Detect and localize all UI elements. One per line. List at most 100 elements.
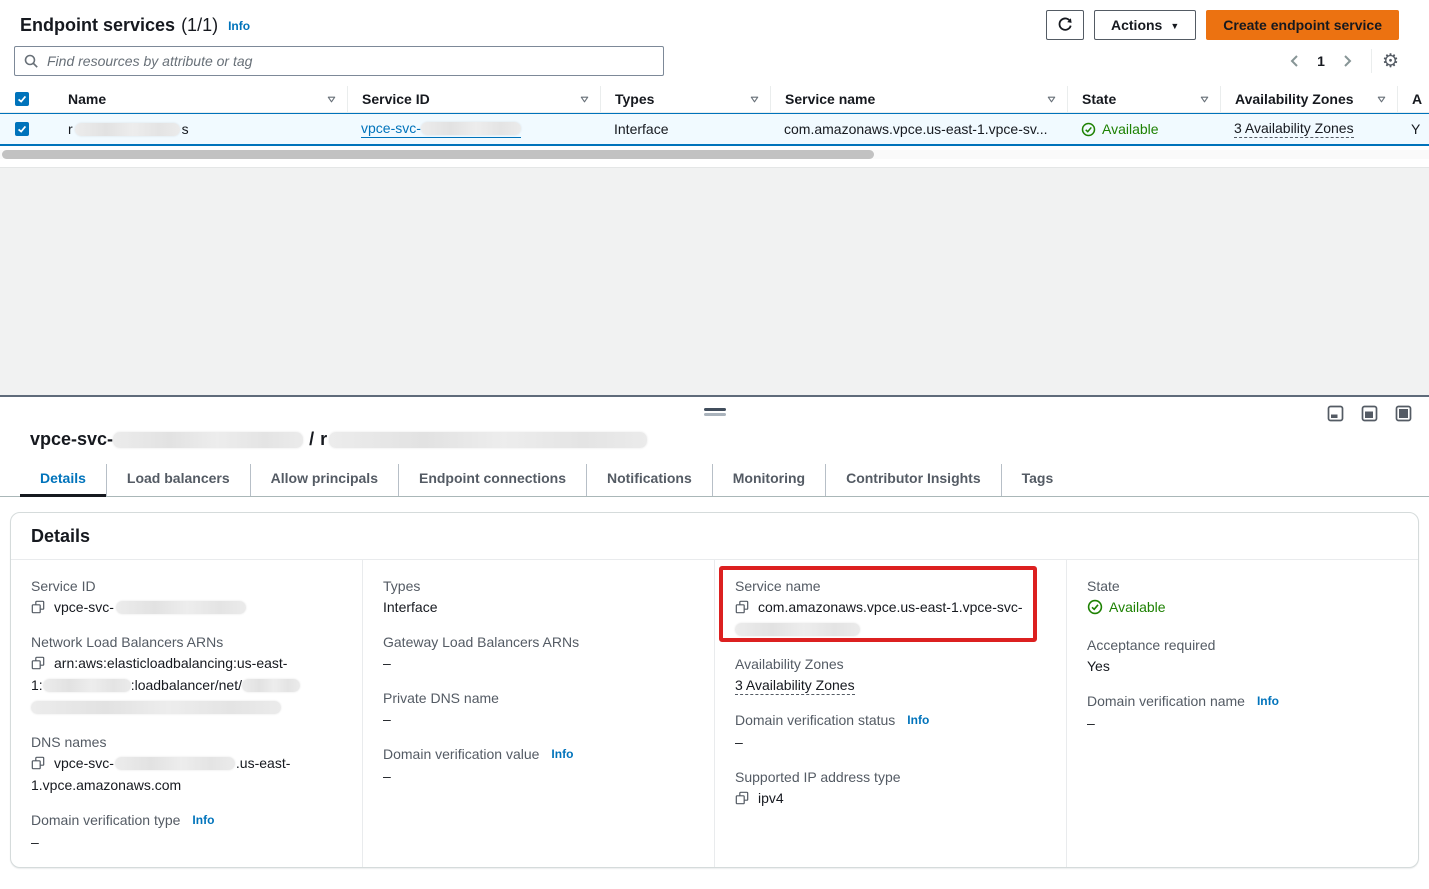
- gear-icon[interactable]: ⚙: [1382, 52, 1399, 71]
- column-header-name[interactable]: Name: [44, 86, 347, 112]
- sort-icon[interactable]: [326, 94, 337, 105]
- availability-zones-link[interactable]: 3 Availability Zones: [735, 677, 855, 695]
- field-value: 1:: [31, 677, 43, 693]
- field-value: –: [735, 734, 743, 750]
- tab-allow-principals[interactable]: Allow principals: [250, 464, 398, 496]
- field-supported-ip: Supported IP address type ipv4: [735, 767, 1046, 809]
- field-value: –: [31, 834, 39, 850]
- panel-title-prefix: vpce-svc-: [30, 429, 113, 449]
- info-link[interactable]: Info: [228, 19, 250, 33]
- field-value: 1.vpce.amazonaws.com: [31, 777, 181, 793]
- copy-icon[interactable]: [31, 600, 45, 614]
- select-all-checkbox[interactable]: [15, 92, 29, 106]
- row-select-cell: [0, 114, 44, 144]
- tab-endpoint-connections[interactable]: Endpoint connections: [398, 464, 586, 496]
- redacted-text: [115, 757, 235, 770]
- row-types-value: Interface: [614, 121, 668, 137]
- refresh-button[interactable]: [1046, 10, 1084, 40]
- field-label: DNS names: [31, 732, 106, 752]
- field-value: –: [383, 768, 391, 784]
- actions-button[interactable]: Actions ▼: [1094, 10, 1196, 40]
- panel-title-fragment: r: [320, 429, 327, 449]
- state-label: Available: [1109, 596, 1166, 618]
- tab-notifications[interactable]: Notifications: [586, 464, 712, 496]
- state-label: Available: [1102, 121, 1159, 137]
- field-domain-verification-status: Domain verification statusInfo –: [735, 710, 1046, 753]
- panel-size-medium-icon[interactable]: [1361, 405, 1378, 422]
- state-badge: Available: [1081, 121, 1159, 137]
- split-panel-chrome: [0, 397, 1429, 423]
- field-value: com.amazonaws.vpce.us-east-1.vpce-svc-: [758, 599, 1023, 615]
- panel-size-small-icon[interactable]: [1327, 405, 1344, 422]
- field-value: Yes: [1087, 658, 1110, 674]
- row-name-fragment: s: [182, 121, 189, 137]
- info-link[interactable]: Info: [551, 744, 573, 764]
- previous-page-button[interactable]: [1281, 51, 1309, 71]
- field-dns-names: DNS names vpce-svc- .us-east- 1.vpce.amaz…: [31, 732, 342, 796]
- chevron-left-icon: [1287, 53, 1303, 69]
- tab-monitoring[interactable]: Monitoring: [712, 464, 825, 496]
- info-link[interactable]: Info: [907, 710, 929, 730]
- row-checkbox[interactable]: [15, 122, 29, 136]
- redacted-text: [75, 123, 180, 136]
- table-row: r s vpce-svc- Interface com.amazonaws.vp…: [0, 113, 1429, 146]
- next-page-button[interactable]: [1333, 51, 1361, 71]
- scrollbar-thumb[interactable]: [2, 150, 874, 159]
- search-input[interactable]: [14, 46, 664, 76]
- column-header-service-id[interactable]: Service ID: [347, 86, 600, 112]
- column-header-partial[interactable]: A: [1397, 86, 1429, 112]
- panel-title: vpce-svc-/r: [0, 423, 1429, 450]
- panel-tabs: Details Load balancers Allow principals …: [0, 464, 1429, 497]
- split-panel: vpce-svc-/r Details Load balancers Allow…: [0, 395, 1429, 889]
- redacted-text: [735, 623, 860, 636]
- copy-icon[interactable]: [735, 600, 749, 614]
- caret-down-icon: ▼: [1170, 21, 1179, 31]
- copy-icon[interactable]: [31, 656, 45, 670]
- column-header-types[interactable]: Types: [600, 86, 770, 112]
- actions-button-label: Actions: [1111, 17, 1162, 33]
- row-types-cell: Interface: [600, 114, 770, 144]
- tab-load-balancers[interactable]: Load balancers: [106, 464, 250, 496]
- column-header-availability-zones[interactable]: Availability Zones: [1220, 86, 1397, 112]
- page-title-wrap: Endpoint services (1/1) Info: [20, 15, 250, 36]
- sort-icon[interactable]: [1199, 94, 1210, 105]
- page-number[interactable]: 1: [1309, 53, 1333, 69]
- details-grid: Service ID vpce-svc- Network Load Balanc…: [11, 560, 1418, 867]
- sort-icon[interactable]: [579, 94, 590, 105]
- info-link[interactable]: Info: [1257, 691, 1279, 711]
- tab-tags[interactable]: Tags: [1001, 464, 1074, 496]
- sort-icon[interactable]: [1046, 94, 1057, 105]
- column-header-state[interactable]: State: [1067, 86, 1220, 112]
- row-az-cell: 3 Availability Zones: [1220, 114, 1397, 144]
- page-background-gap: [0, 167, 1429, 395]
- field-label: Private DNS name: [383, 688, 499, 708]
- drag-handle-icon[interactable]: [704, 408, 726, 416]
- field-acceptance-required: Acceptance required Yes: [1087, 635, 1398, 677]
- field-domain-verification-value: Domain verification value Info –: [383, 744, 694, 787]
- create-endpoint-service-button[interactable]: Create endpoint service: [1206, 10, 1399, 40]
- field-label: Network Load Balancers ARNs: [31, 632, 223, 652]
- panel-size-large-icon[interactable]: [1395, 405, 1412, 422]
- availability-zones-link[interactable]: 3 Availability Zones: [1234, 120, 1354, 138]
- copy-icon[interactable]: [31, 756, 45, 770]
- field-label: Domain verification value: [383, 744, 539, 764]
- column-header-service-name[interactable]: Service name: [770, 86, 1067, 112]
- service-id-text: vpce-svc-: [361, 120, 421, 136]
- column-label: Types: [615, 91, 654, 107]
- field-value: vpce-svc-: [54, 755, 114, 771]
- field-label: Availability Zones: [735, 654, 844, 674]
- sort-icon[interactable]: [749, 94, 760, 105]
- sort-icon[interactable]: [1376, 94, 1387, 105]
- field-value: –: [1087, 715, 1095, 731]
- tab-details[interactable]: Details: [20, 464, 106, 496]
- service-id-link[interactable]: vpce-svc-: [361, 120, 521, 138]
- tab-contributor-insights[interactable]: Contributor Insights: [825, 464, 1001, 496]
- resource-count: (1/1): [181, 15, 218, 36]
- field-label: Service name: [735, 576, 821, 596]
- field-value: .us-east-: [236, 755, 290, 771]
- check-circle-icon: [1087, 599, 1103, 615]
- copy-icon[interactable]: [735, 791, 749, 805]
- details-column-3: Service name com.amazonaws.vpce.us-east-…: [715, 560, 1067, 867]
- row-name-fragment: r: [68, 121, 73, 137]
- info-link[interactable]: Info: [192, 810, 214, 830]
